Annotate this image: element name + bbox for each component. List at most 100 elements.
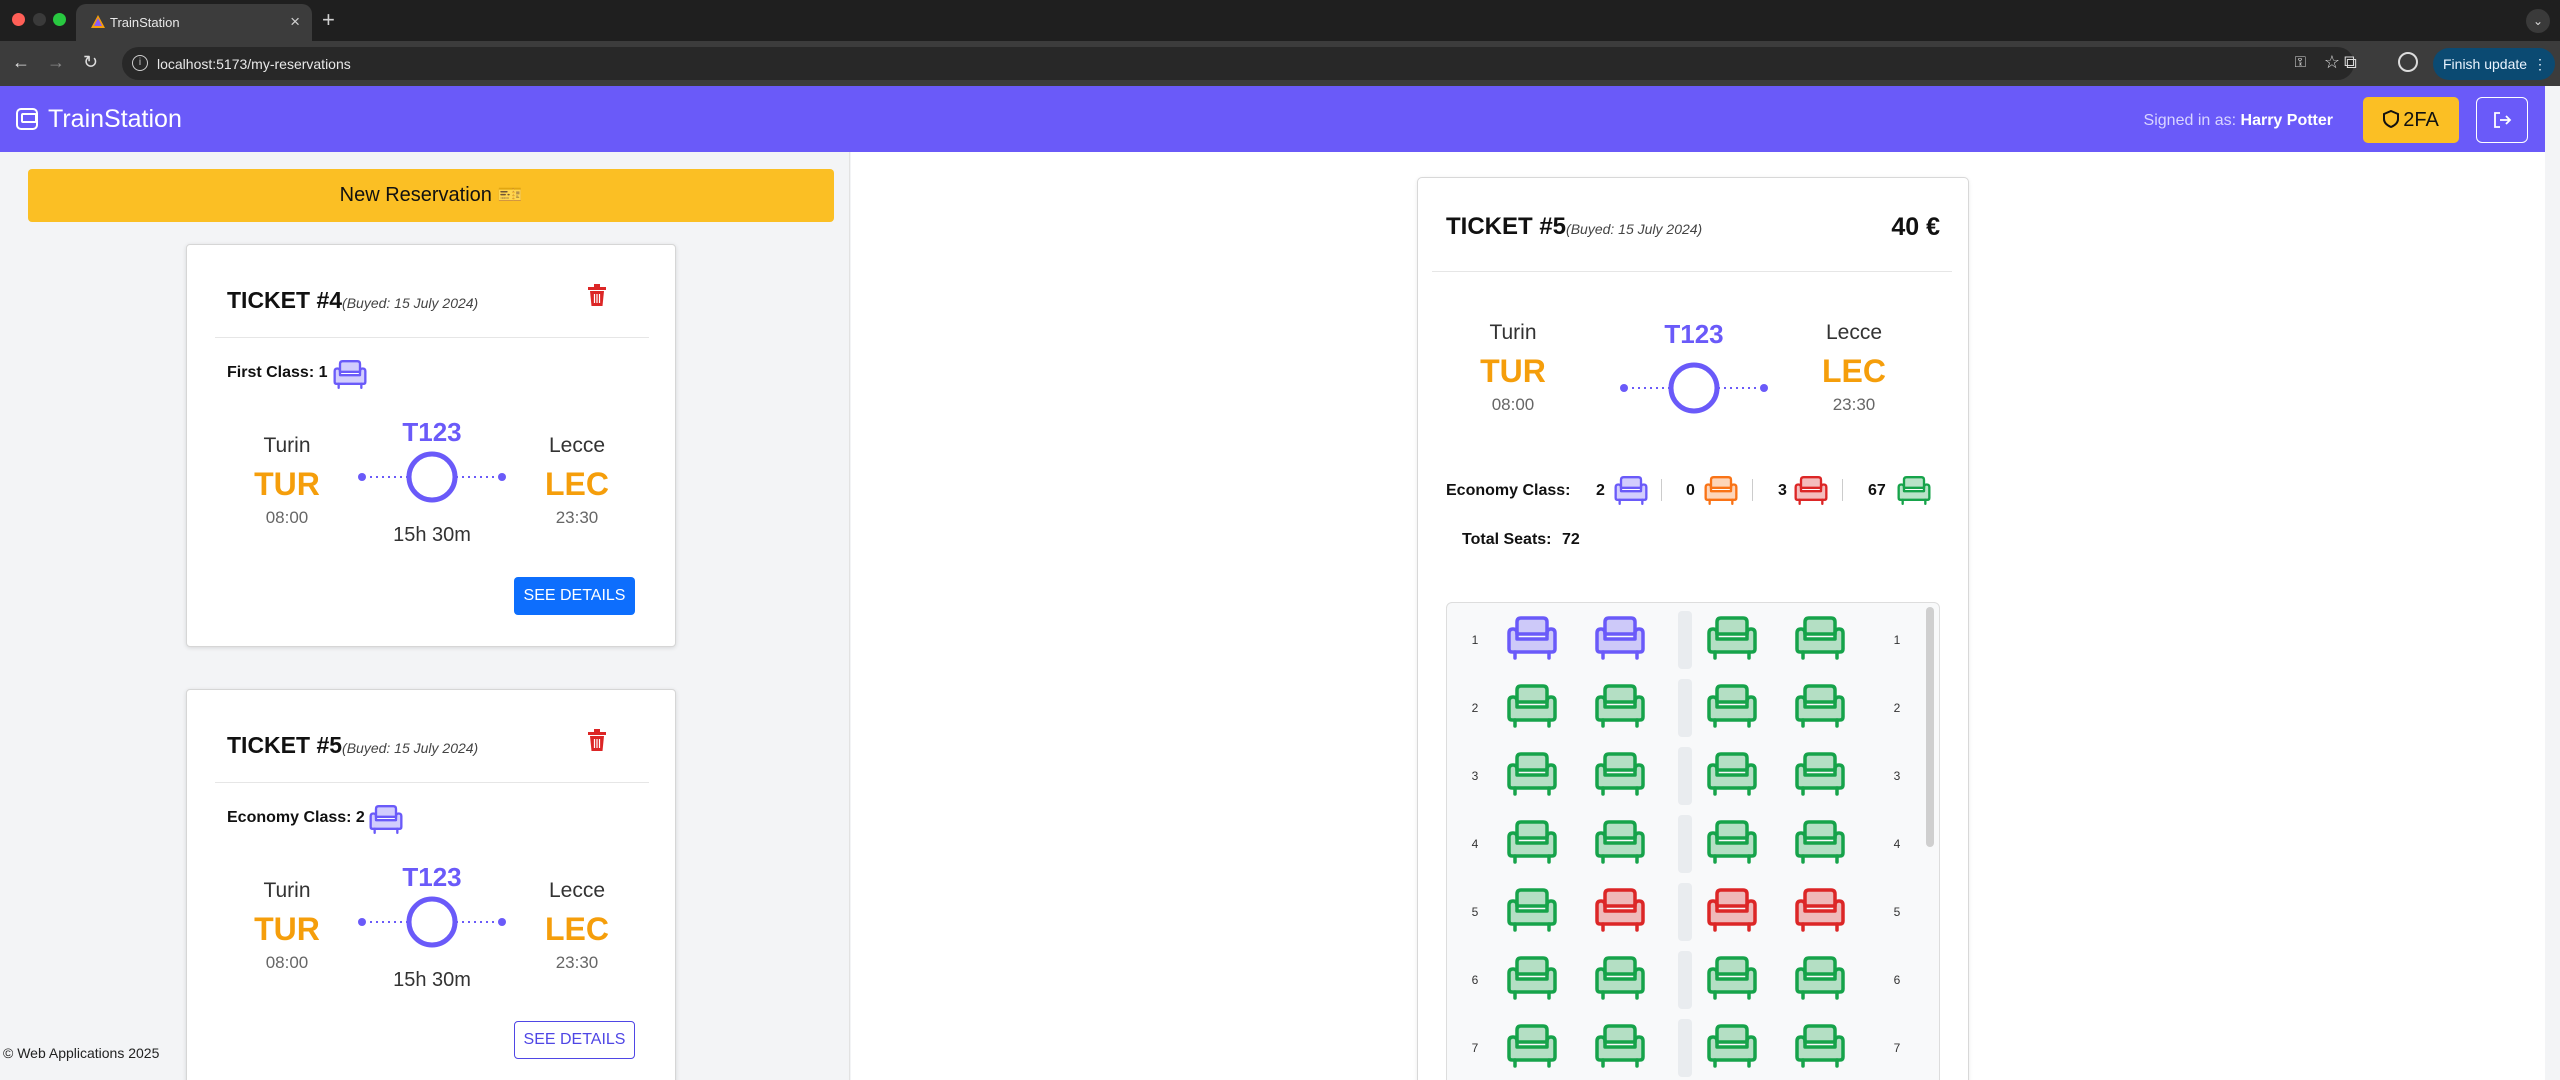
departure-time: 08:00 [265,953,309,972]
seat-selected[interactable] [1505,615,1559,661]
seat-available[interactable] [1705,819,1759,865]
train-code: T123 [402,862,462,892]
seat-available[interactable] [1593,955,1647,1001]
route-icon [352,447,512,507]
maximize-window-button[interactable] [53,13,66,26]
close-window-button[interactable] [12,13,25,26]
arrival-city: Lecce [1825,321,1883,344]
tab-title: TrainStation [110,15,180,30]
seat-available[interactable] [1793,819,1847,865]
seat-available[interactable] [1793,1023,1847,1069]
seat-available[interactable] [1593,751,1647,797]
seat-available[interactable] [1505,1023,1559,1069]
ticket-number: TICKET #4 [227,287,343,313]
signed-in-prefix: Signed in as: [2143,112,2237,129]
legend-separator [1661,479,1662,501]
divider [215,337,649,338]
row-number-left: 1 [1471,633,1479,647]
row-number-left: 2 [1471,701,1479,715]
train-code: T123 [402,417,462,447]
seat-selected[interactable] [1593,615,1647,661]
password-key-icon[interactable]: ⚿ [2295,54,2306,71]
finish-update-button[interactable]: Finish update ⋮ [2433,48,2555,80]
see-details-button[interactable]: SEE DETAILS [514,1021,635,1059]
ticket-card: TICKET #4(Buyed: 15 July 2024) First Cla… [186,244,676,647]
train-code: T123 [1664,319,1724,349]
browser-tab-bar: TrainStation × + ⌄ [0,0,2560,41]
logout-button[interactable] [2476,97,2528,143]
ticket-number: TICKET #5 [227,732,343,758]
favicon-icon [91,15,105,28]
seat-available[interactable] [1505,887,1559,933]
url-text[interactable]: localhost:5173/my-reservations [157,56,351,72]
brand-title[interactable]: TrainStation [48,105,182,134]
seat-available[interactable] [1593,683,1647,729]
new-tab-button[interactable]: + [322,7,335,33]
ticket-class: Economy Class: 2 [227,809,365,826]
seat-available[interactable] [1505,683,1559,729]
forward-arrow-icon[interactable]: → [47,52,65,73]
route-icon [1614,358,1774,418]
seat-available[interactable] [1593,1023,1647,1069]
selected-seat-icon [1613,475,1649,506]
seat-available[interactable] [1705,615,1759,661]
seat-occupied[interactable] [1705,887,1759,933]
reload-icon[interactable]: ↻ [83,52,98,73]
seat-available[interactable] [1593,819,1647,865]
trash-icon[interactable] [587,283,607,307]
row-number-right: 6 [1893,973,1901,987]
new-reservation-button[interactable]: New Reservation 🎫 [28,169,834,222]
departure-code: TUR [254,911,320,947]
row-number-right: 1 [1893,633,1901,647]
divider [1432,271,1952,272]
trip-duration: 15h 30m [393,969,471,991]
seat-available[interactable] [1705,955,1759,1001]
row-number-right: 3 [1893,769,1901,783]
available-count: 67 [1868,482,1886,499]
seat-available[interactable] [1705,683,1759,729]
seat-available[interactable] [1705,1023,1759,1069]
train-icon [16,108,38,130]
seat-available[interactable] [1793,955,1847,1001]
profile-icon[interactable] [2398,52,2418,72]
arrival-time: 23:30 [555,508,599,527]
seat-available[interactable] [1793,615,1847,661]
tab-close-icon[interactable]: × [290,12,300,32]
tab-search-button[interactable]: ⌄ [2526,9,2550,33]
total-seats-value: 72 [1561,531,1580,548]
minimize-window-button[interactable] [33,13,46,26]
seat-available[interactable] [1705,751,1759,797]
more-menu-icon: ⋮ [2533,56,2547,72]
departure-city: Turin [263,879,311,902]
legend-separator [1752,479,1753,501]
site-info-icon[interactable]: i [132,55,148,71]
ticket-date: (Buyed: 15 July 2024) [342,295,479,311]
browser-tab[interactable]: TrainStation × [76,4,312,41]
seat-occupied[interactable] [1793,887,1847,933]
seat-occupied[interactable] [1593,887,1647,933]
row-number-right: 2 [1893,701,1901,715]
seat-icon [368,804,404,835]
seat-available[interactable] [1505,819,1559,865]
arrival-time: 23:30 [1832,395,1876,414]
extensions-icon[interactable]: ⧉ [2344,52,2357,73]
total-seats: Total Seats: 72 [1462,531,1580,549]
legend-separator [1842,479,1843,501]
twofa-button[interactable]: 2FA [2363,97,2459,143]
seat-available[interactable] [1505,955,1559,1001]
detail-ticket-date: (Buyed: 15 July 2024) [1566,221,1703,237]
seat-map: 1 1 2 2 3 3 4 4 5 5 6 6 7 7 [1446,602,1940,1080]
see-details-button[interactable]: SEE DETAILS [514,577,635,615]
seat-available[interactable] [1793,683,1847,729]
back-arrow-icon[interactable]: ← [12,52,30,73]
arrival-code: LEC [545,466,609,502]
trip-duration: 15h 30m [393,524,471,546]
requested-seat-icon [1703,475,1739,506]
seat-available[interactable] [1505,751,1559,797]
bookmark-star-icon[interactable]: ☆ [2324,52,2340,73]
seat-map-scrollbar[interactable] [1926,607,1934,847]
address-bar[interactable]: i localhost:5173/my-reservations ⚿ ☆ [122,47,2354,80]
seat-available[interactable] [1793,751,1847,797]
detail-ticket-number: TICKET #5 [1446,213,1567,240]
trash-icon[interactable] [587,728,607,752]
